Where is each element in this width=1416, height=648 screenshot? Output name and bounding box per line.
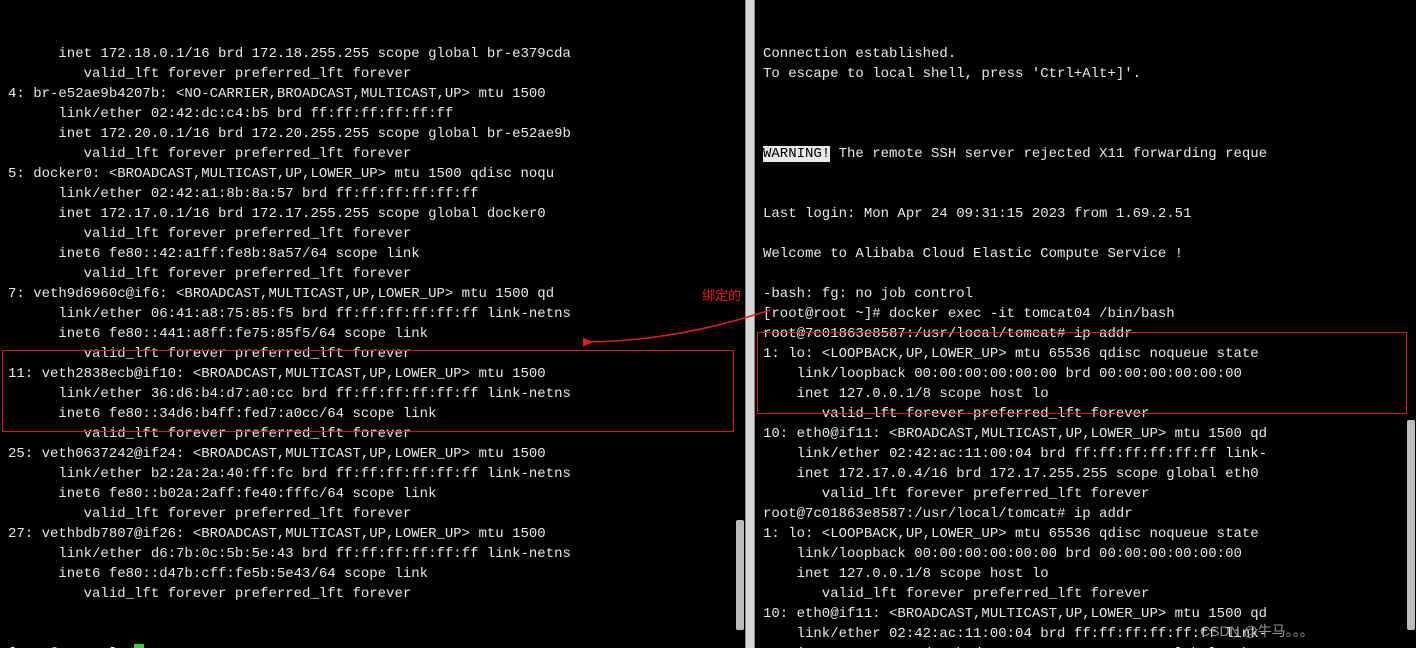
terminal-line: Connection established. (763, 44, 1412, 64)
terminal-line: link/loopback 00:00:00:00:00:00 brd 00:0… (763, 544, 1412, 564)
terminal-line: To escape to local shell, press 'Ctrl+Al… (763, 64, 1412, 84)
terminal-line: valid_lft forever preferred_lft forever (8, 504, 737, 524)
terminal-left-pane[interactable]: inet 172.18.0.1/16 brd 172.18.255.255 sc… (0, 0, 745, 648)
terminal-left-output: inet 172.18.0.1/16 brd 172.18.255.255 sc… (8, 44, 737, 604)
terminal-line: 10: eth0@if11: <BROADCAST,MULTICAST,UP,L… (763, 604, 1412, 624)
terminal-line: 7: veth9d6960c@if6: <BROADCAST,MULTICAST… (8, 284, 737, 304)
terminal-line: valid_lft forever preferred_lft forever (763, 404, 1412, 424)
terminal-line: -bash: fg: no job control (763, 284, 1412, 304)
terminal-line: link/ether 02:42:ac:11:00:04 brd ff:ff:f… (763, 444, 1412, 464)
terminal-line: valid_lft forever preferred_lft forever (8, 344, 737, 364)
terminal-line: inet 172.17.0.4/16 brd 172.17.255.255 sc… (763, 464, 1412, 484)
terminal-line (763, 264, 1412, 284)
terminal-right-pane[interactable]: Connection established.To escape to loca… (755, 0, 1416, 648)
terminal-line: link/ether 06:41:a8:75:85:f5 brd ff:ff:f… (8, 304, 737, 324)
terminal-line: inet 172.17.0.1/16 brd 172.17.255.255 sc… (8, 204, 737, 224)
terminal-line: link/ether 02:42:dc:c4:b5 brd ff:ff:ff:f… (8, 104, 737, 124)
terminal-right-output-pre: Connection established.To escape to loca… (763, 44, 1412, 104)
warning-label: WARNING! (763, 146, 830, 162)
terminal-line: link/loopback 00:00:00:00:00:00 brd 00:0… (763, 364, 1412, 384)
terminal-right-output-post: Last login: Mon Apr 24 09:31:15 2023 fro… (763, 204, 1412, 648)
terminal-line (763, 84, 1412, 104)
terminal-line: root@7c01863e8587:/usr/local/tomcat# ip … (763, 504, 1412, 524)
terminal-line: 10: eth0@if11: <BROADCAST,MULTICAST,UP,L… (763, 424, 1412, 444)
terminal-line: valid_lft forever preferred_lft forever (8, 144, 737, 164)
scroll-thumb-right[interactable] (1407, 420, 1415, 630)
split-terminal-container: inet 172.18.0.1/16 brd 172.18.255.255 sc… (0, 0, 1416, 648)
pane-divider[interactable] (745, 0, 755, 648)
terminal-line: 11: veth2838ecb@if10: <BROADCAST,MULTICA… (8, 364, 737, 384)
terminal-line: inet 127.0.0.1/8 scope host lo (763, 564, 1412, 584)
terminal-line: inet6 fe80::34d6:b4ff:fed7:a0cc/64 scope… (8, 404, 737, 424)
terminal-line: inet6 fe80::d47b:cff:fe5b:5e43/64 scope … (8, 564, 737, 584)
scrollbar-left[interactable] (735, 0, 745, 648)
terminal-line: [root@root ~]# docker exec -it tomcat04 … (763, 304, 1412, 324)
terminal-line: valid_lft forever preferred_lft forever (8, 224, 737, 244)
terminal-line: inet6 fe80::b02a:2aff:fe40:fffc/64 scope… (8, 484, 737, 504)
terminal-line: link/ether 02:42:ac:11:00:04 brd ff:ff:f… (763, 624, 1412, 644)
terminal-line: valid_lft forever preferred_lft forever (763, 484, 1412, 504)
warning-text: The remote SSH server rejected X11 forwa… (830, 146, 1267, 162)
scroll-thumb-left[interactable] (736, 520, 744, 630)
terminal-line: inet 127.0.0.1/8 scope host lo (763, 384, 1412, 404)
terminal-line: link/ether d6:7b:0c:5b:5e:43 brd ff:ff:f… (8, 544, 737, 564)
terminal-left-prompt-line[interactable]: [root@root ~]# (8, 644, 737, 648)
watermark-text: CSDN @牛马。。。 (1200, 621, 1314, 641)
terminal-line: 4: br-e52ae9b4207b: <NO-CARRIER,BROADCAS… (8, 84, 737, 104)
terminal-line: valid_lft forever preferred_lft forever (8, 64, 737, 84)
terminal-line: Welcome to Alibaba Cloud Elastic Compute… (763, 244, 1412, 264)
terminal-line: inet6 fe80::42:a1ff:fe8b:8a57/64 scope l… (8, 244, 737, 264)
terminal-line: valid_lft forever preferred_lft forever (8, 264, 737, 284)
scrollbar-right[interactable] (1406, 0, 1416, 648)
warning-line: WARNING! The remote SSH server rejected … (763, 144, 1412, 164)
terminal-line: link/ether 36:d6:b4:d7:a0:cc brd ff:ff:f… (8, 384, 737, 404)
cursor-icon (134, 644, 144, 648)
terminal-line (763, 224, 1412, 244)
terminal-line: valid_lft forever preferred_lft forever (8, 584, 737, 604)
terminal-line: inet 172.20.0.1/16 brd 172.20.255.255 sc… (8, 124, 737, 144)
terminal-line: 1: lo: <LOOPBACK,UP,LOWER_UP> mtu 65536 … (763, 524, 1412, 544)
terminal-line: inet 172.17.0.4/16 brd 172.17.255.255 sc… (763, 644, 1412, 648)
terminal-line: 1: lo: <LOOPBACK,UP,LOWER_UP> mtu 65536 … (763, 344, 1412, 364)
terminal-line: root@7c01863e8587:/usr/local/tomcat# ip … (763, 324, 1412, 344)
terminal-line: 5: docker0: <BROADCAST,MULTICAST,UP,LOWE… (8, 164, 737, 184)
terminal-line: inet 172.18.0.1/16 brd 172.18.255.255 sc… (8, 44, 737, 64)
terminal-line: link/ether b2:2a:2a:40:ff:fc brd ff:ff:f… (8, 464, 737, 484)
terminal-line: inet6 fe80::441:a8ff:fe75:85f5/64 scope … (8, 324, 737, 344)
terminal-line: 27: vethbdb7807@if26: <BROADCAST,MULTICA… (8, 524, 737, 544)
terminal-line: valid_lft forever preferred_lft forever (763, 584, 1412, 604)
terminal-line: 25: veth0637242@if24: <BROADCAST,MULTICA… (8, 444, 737, 464)
terminal-line: Last login: Mon Apr 24 09:31:15 2023 fro… (763, 204, 1412, 224)
terminal-line: link/ether 02:42:a1:8b:8a:57 brd ff:ff:f… (8, 184, 737, 204)
terminal-line: valid_lft forever preferred_lft forever (8, 424, 737, 444)
